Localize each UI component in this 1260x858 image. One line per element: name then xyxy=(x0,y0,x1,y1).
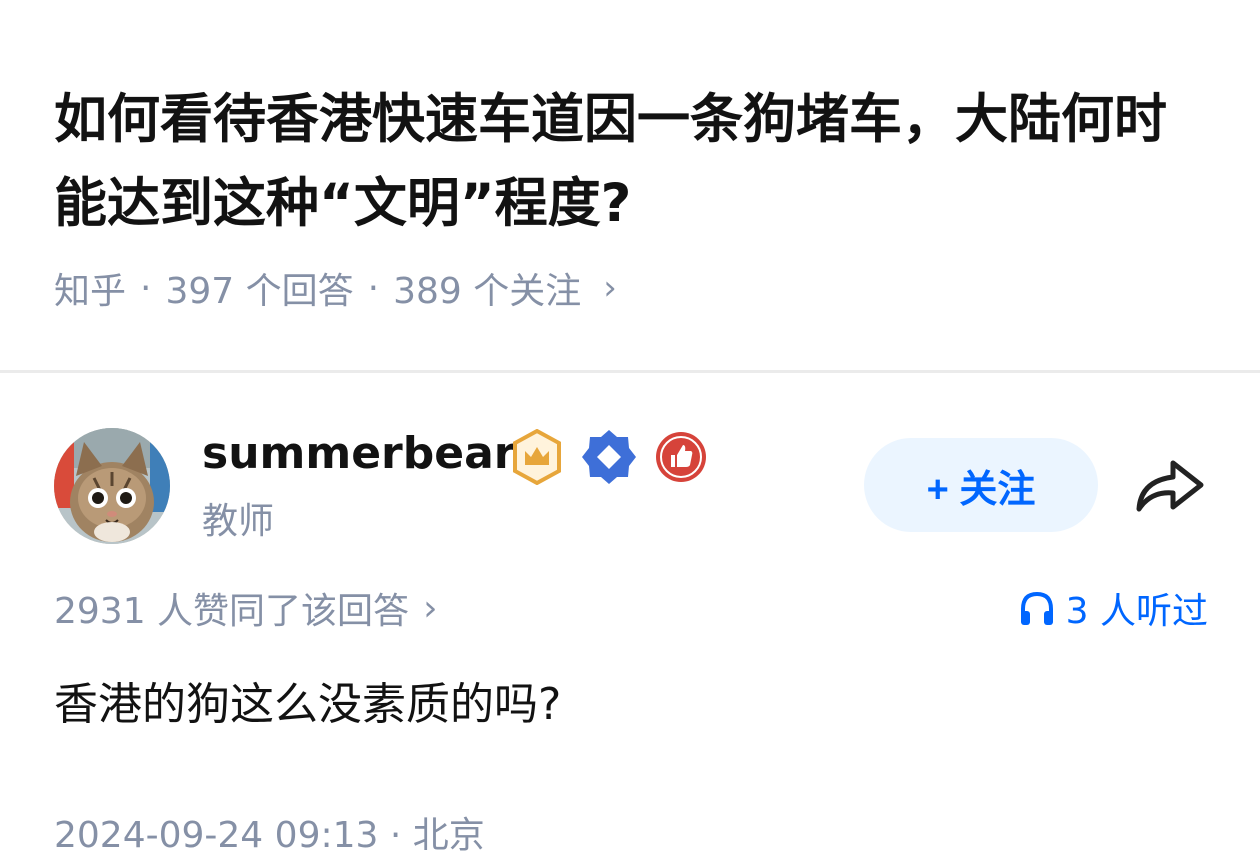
chevron-right-icon: › xyxy=(423,587,438,629)
vote-summary[interactable]: 2931 人赞同了该回答 › xyxy=(54,582,437,634)
listen-count[interactable]: 3 人听过 xyxy=(1018,582,1208,634)
meta-separator: · xyxy=(140,267,152,309)
cat-avatar-icon xyxy=(54,428,170,544)
question-source: 知乎 xyxy=(54,271,127,312)
author-badges xyxy=(508,428,710,486)
answer-footer: 2024-09-24 09:13 · 北京 xyxy=(54,815,485,856)
crown-badge-icon xyxy=(508,428,566,486)
thumbs-up-badge-icon xyxy=(652,428,710,486)
question-meta[interactable]: 知乎 · 397 个回答 · 389 个关注 › xyxy=(54,262,617,314)
listen-count-text: 3 人听过 xyxy=(1065,591,1208,632)
headphones-icon xyxy=(1020,591,1053,625)
vote-summary-text: 2931 人赞同了该回答 xyxy=(54,591,410,632)
follow-button[interactable]: + 关注 xyxy=(864,438,1098,532)
share-arrow-icon xyxy=(1136,460,1204,512)
follower-count: 389 个关注 xyxy=(393,271,582,312)
question-title[interactable]: 如何看待香港快速车道因一条狗堵车，大陆何时能达到这种“文明”程度? xyxy=(54,78,1204,246)
answer-count: 397 个回答 xyxy=(165,271,354,312)
section-divider xyxy=(0,370,1260,373)
diamond-badge-icon xyxy=(580,428,638,486)
answer-content: 香港的狗这么没素质的吗? xyxy=(54,679,562,730)
author-name[interactable]: summerbear xyxy=(202,428,515,479)
meta-separator: · xyxy=(367,267,380,309)
avatar[interactable] xyxy=(54,428,170,544)
author-title: 教师 xyxy=(202,501,275,542)
chevron-right-icon: › xyxy=(603,268,617,308)
share-button[interactable] xyxy=(1130,452,1210,518)
